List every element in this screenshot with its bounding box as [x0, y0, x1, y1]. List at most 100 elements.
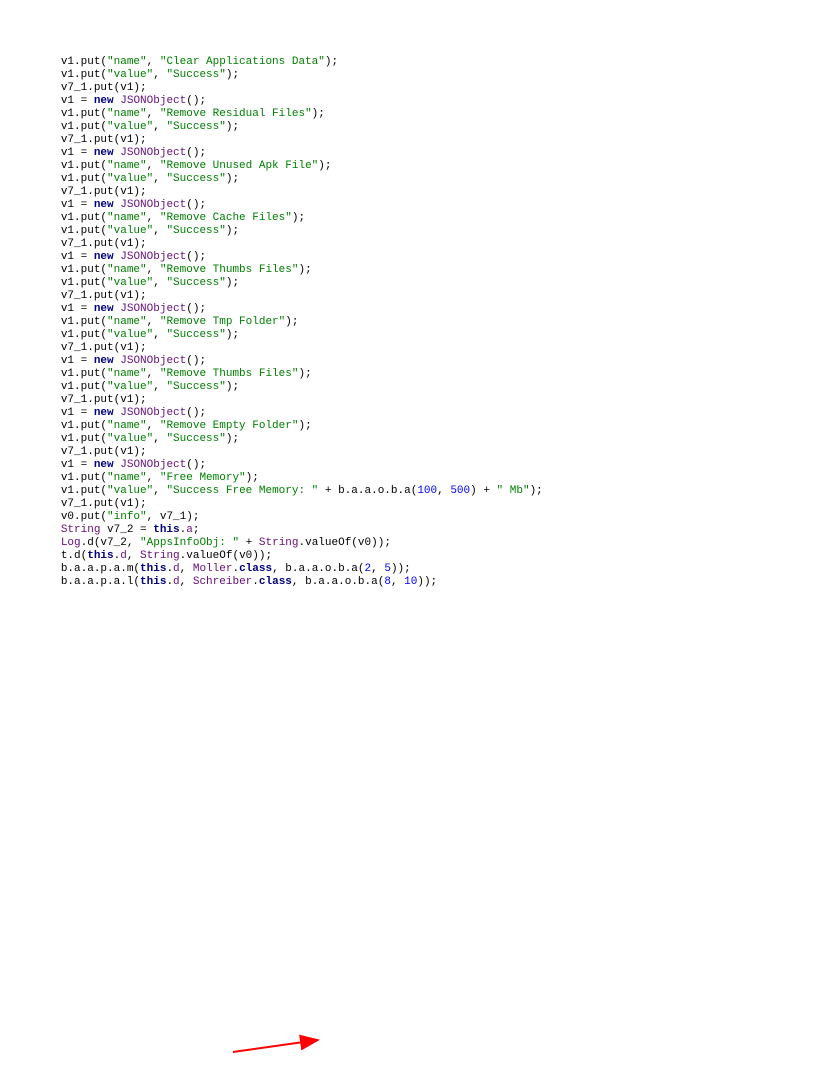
- code-token: v7_1.put(v1);: [61, 186, 147, 198]
- code-token: );: [285, 316, 298, 328]
- code-token: );: [226, 121, 239, 133]
- code-token: "Success": [166, 381, 225, 393]
- code-token: .: [166, 576, 173, 588]
- code-line: b.a.a.p.a.m(this.d, Moller.class, b.a.a.…: [8, 563, 826, 576]
- annotation-arrow: [8, 615, 834, 1080]
- code-token: v1 =: [61, 355, 94, 367]
- code-token: v1.put(: [61, 56, 107, 68]
- code-token: new: [94, 303, 114, 315]
- code-line: v1.put("name", "Free Memory");: [8, 472, 826, 485]
- code-token: Schreiber: [193, 576, 252, 588]
- code-token: Moller: [193, 563, 233, 575]
- code-line: v1 = new JSONObject();: [8, 199, 826, 212]
- code-token: .valueOf(v0));: [299, 537, 391, 549]
- code-token: ,: [437, 485, 450, 497]
- code-token: class: [239, 563, 272, 575]
- code-token: v0.put(: [61, 511, 107, 523]
- code-token: );: [530, 485, 543, 497]
- code-token: v1.put(: [61, 316, 107, 328]
- code-token: "Success": [166, 173, 225, 185]
- code-token: v1 =: [61, 199, 94, 211]
- code-token: ,: [153, 329, 166, 341]
- code-token: "name": [107, 420, 147, 432]
- code-token: v1 =: [61, 251, 94, 263]
- code-token: v7_1.put(v1);: [61, 134, 147, 146]
- code-token: "Remove Tmp Folder": [160, 316, 285, 328]
- code-token: "Success Free Memory: ": [166, 485, 318, 497]
- code-block: v1.put("name", "Clear Applications Data"…: [8, 56, 826, 589]
- code-token: v1.put(: [61, 225, 107, 237]
- code-token: v1.put(: [61, 160, 107, 172]
- code-token: ();: [186, 147, 206, 159]
- code-token: v1 =: [61, 459, 94, 471]
- code-line: v1 = new JSONObject();: [8, 251, 826, 264]
- code-token: new: [94, 251, 114, 263]
- code-token: ();: [186, 251, 206, 263]
- code-token: this: [153, 524, 179, 536]
- code-line: v1.put("value", "Success");: [8, 69, 826, 82]
- code-token: "info": [107, 511, 147, 523]
- code-token: class: [259, 576, 292, 588]
- code-line: v1.put("value", "Success");: [8, 381, 826, 394]
- code-token: "value": [107, 381, 153, 393]
- code-token: "name": [107, 212, 147, 224]
- code-line: v1 = new JSONObject();: [8, 95, 826, 108]
- code-token: v1.put(: [61, 472, 107, 484]
- code-token: , b.a.a.o.b.a(: [272, 563, 364, 575]
- code-line: String v7_2 = this.a;: [8, 524, 826, 537]
- code-token: "value": [107, 433, 153, 445]
- code-line: v1.put("name", "Remove Empty Folder");: [8, 420, 826, 433]
- code-token: .: [114, 550, 121, 562]
- code-token: );: [226, 329, 239, 341]
- code-token: "AppsInfoObj: ": [140, 537, 239, 549]
- code-token: ,: [180, 576, 193, 588]
- code-token: v1 =: [61, 303, 94, 315]
- code-token: 5: [384, 563, 391, 575]
- code-token: "Remove Empty Folder": [160, 420, 299, 432]
- code-token: "Remove Thumbs Files": [160, 368, 299, 380]
- code-token: "name": [107, 472, 147, 484]
- code-line: v1.put("name", "Remove Cache Files");: [8, 212, 826, 225]
- code-token: ,: [147, 108, 160, 120]
- code-token: JSONObject: [120, 199, 186, 211]
- code-token: "Remove Thumbs Files": [160, 264, 299, 276]
- code-line: v7_1.put(v1);: [8, 342, 826, 355]
- code-token: +: [239, 537, 259, 549]
- code-token: "Success": [166, 329, 225, 341]
- code-token: ();: [186, 407, 206, 419]
- code-token: ,: [391, 576, 404, 588]
- code-token: );: [226, 173, 239, 185]
- code-token: ,: [153, 121, 166, 133]
- code-token: v1.put(: [61, 69, 107, 81]
- code-token: a: [186, 524, 193, 536]
- code-token: ();: [186, 95, 206, 107]
- code-token: d: [120, 550, 127, 562]
- code-token: 10: [404, 576, 417, 588]
- code-token: JSONObject: [120, 95, 186, 107]
- code-token: JSONObject: [120, 251, 186, 263]
- code-token: JSONObject: [120, 407, 186, 419]
- code-token: , b.a.a.o.b.a(: [292, 576, 384, 588]
- code-token: "name": [107, 108, 147, 120]
- code-token: JSONObject: [120, 355, 186, 367]
- code-token: "value": [107, 121, 153, 133]
- code-token: ,: [127, 550, 140, 562]
- code-line: v7_1.put(v1);: [8, 498, 826, 511]
- code-line: v1.put("value", "Success");: [8, 277, 826, 290]
- code-line: v1 = new JSONObject();: [8, 147, 826, 160]
- code-token: b.a.a.p.a.m(: [61, 563, 140, 575]
- code-token: ();: [186, 303, 206, 315]
- code-token: ,: [153, 433, 166, 445]
- code-token: v7_2 =: [100, 524, 153, 536]
- code-token: .valueOf(v0));: [180, 550, 272, 562]
- code-token: ,: [153, 173, 166, 185]
- code-line: v1.put("name", "Remove Residual Files");: [8, 108, 826, 121]
- code-token: new: [94, 407, 114, 419]
- code-token: "Clear Applications Data": [160, 56, 325, 68]
- code-token: "value": [107, 485, 153, 497]
- code-token: d: [173, 576, 180, 588]
- code-line: v1 = new JSONObject();: [8, 407, 826, 420]
- code-token: v1.put(: [61, 277, 107, 289]
- code-token: "value": [107, 277, 153, 289]
- code-line: v1.put("name", "Remove Thumbs Files");: [8, 368, 826, 381]
